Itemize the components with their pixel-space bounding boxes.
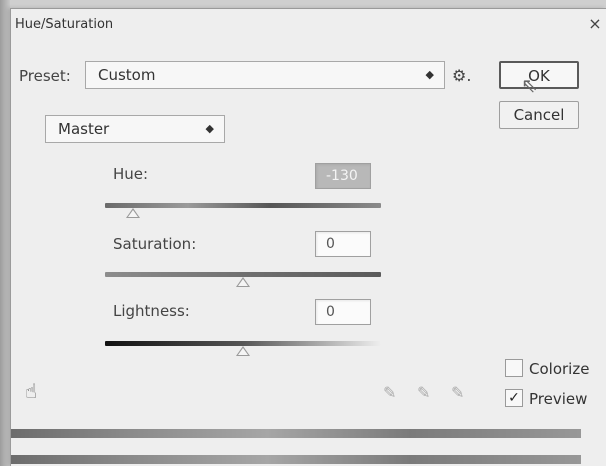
- preset-label: Preset:: [19, 67, 71, 85]
- saturation-input[interactable]: 0: [315, 231, 371, 257]
- preview-label: Preview: [529, 390, 588, 408]
- colorize-label: Colorize: [529, 360, 590, 378]
- hand-adjust-icon[interactable]: ☝: [25, 379, 37, 403]
- saturation-slider-thumb[interactable]: [236, 277, 250, 287]
- hue-label: Hue:: [113, 165, 149, 183]
- channel-value: Master: [58, 120, 110, 138]
- preset-value: Custom: [98, 66, 156, 84]
- preview-checkbox[interactable]: ✓: [505, 389, 523, 407]
- gear-icon[interactable]: ⚙.: [452, 65, 482, 87]
- colorize-checkbox[interactable]: [505, 359, 523, 377]
- select-arrows-icon: ◆: [205, 122, 214, 135]
- hue-slider-thumb[interactable]: [125, 208, 140, 218]
- eyedropper-icon[interactable]: ✎: [383, 383, 396, 402]
- eyedropper-plus-icon[interactable]: ✎: [417, 383, 430, 402]
- window-title: Hue/Saturation: [15, 17, 114, 32]
- close-icon[interactable]: ×: [586, 15, 604, 33]
- input-color-bar: [11, 429, 581, 438]
- output-color-bar: [11, 455, 581, 464]
- hue-slider-track[interactable]: [105, 203, 381, 208]
- cancel-button[interactable]: Cancel: [499, 101, 579, 129]
- hue-saturation-dialog: Hue/Saturation × Preset: Custom ◆ ⚙. OK …: [10, 8, 606, 466]
- background-edge: [0, 0, 10, 466]
- lightness-label: Lightness:: [113, 302, 190, 320]
- mouse-pointer-icon: ⇖: [521, 73, 538, 97]
- hue-input[interactable]: -130: [315, 163, 371, 189]
- select-arrows-icon: ◆: [425, 68, 434, 81]
- ok-button[interactable]: OK: [499, 61, 579, 89]
- channel-select[interactable]: Master ◆: [45, 115, 225, 143]
- eyedropper-minus-icon[interactable]: ✎: [451, 383, 464, 402]
- saturation-label: Saturation:: [113, 235, 197, 253]
- lightness-input[interactable]: 0: [315, 299, 371, 325]
- preset-select[interactable]: Custom ◆: [85, 61, 445, 89]
- lightness-slider-thumb[interactable]: [236, 346, 250, 356]
